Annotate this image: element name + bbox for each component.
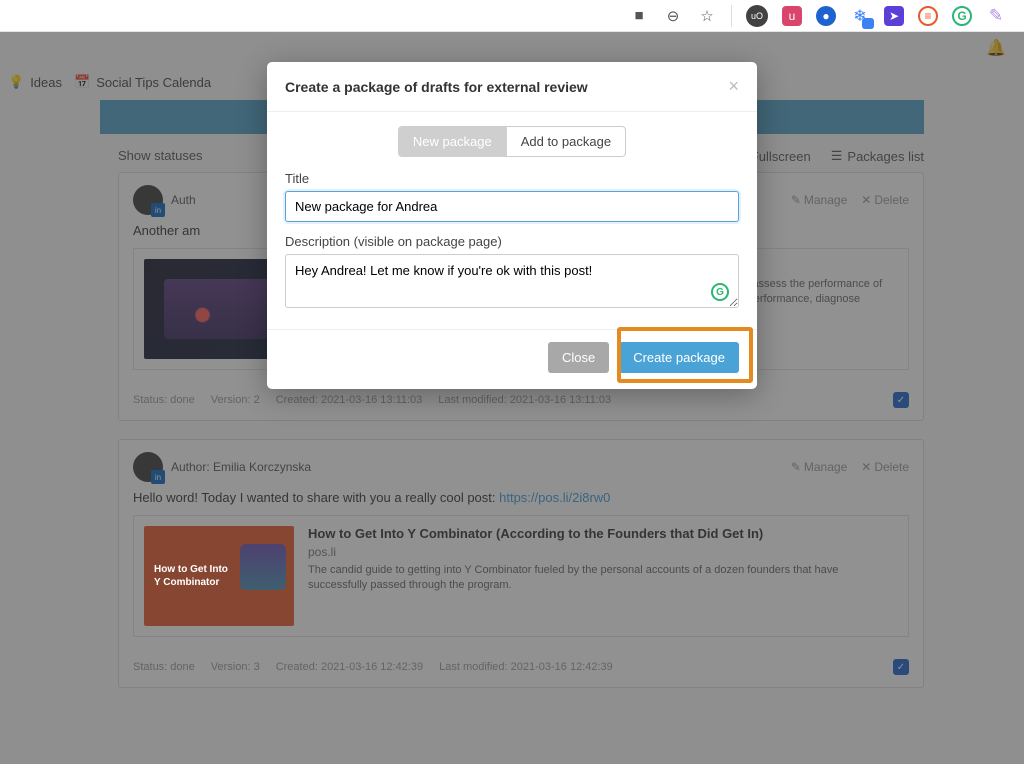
close-button[interactable]: Close [548,342,609,373]
todoist-icon[interactable]: ≡ [918,6,938,26]
description-label: Description (visible on package page) [285,234,739,249]
title-label: Title [285,171,739,186]
seg-new-package[interactable]: New package [398,126,507,157]
zoom-out-icon[interactable]: ⊖ [663,6,683,26]
modal-title: Create a package of drafts for external … [285,79,588,95]
star-icon[interactable]: ☆ [697,6,717,26]
title-input[interactable] [285,191,739,222]
package-mode-segment: New package Add to package [285,126,739,157]
feather-icon[interactable]: ✎ [986,6,1006,26]
create-package-button[interactable]: Create package [619,342,739,373]
arrow-icon[interactable]: ➤ [884,6,904,26]
separator [731,5,732,27]
grammarly-icon[interactable]: G [952,6,972,26]
ublock-icon[interactable]: uO [746,5,768,27]
close-icon[interactable]: × [728,76,739,97]
grammarly-badge-icon[interactable]: G [711,283,729,301]
modal-overlay: Create a package of drafts for external … [0,32,1024,764]
thumb-caption: How to Get Into Y Combinator [154,563,284,589]
seg-add-to-package[interactable]: Add to package [507,126,626,157]
snowflake-icon[interactable]: ❄2 [850,6,870,26]
camera-icon[interactable]: ■ [629,6,649,26]
userpilot-icon[interactable]: u [782,6,802,26]
create-package-modal: Create a package of drafts for external … [267,62,757,389]
pocket-icon[interactable]: ● [816,6,836,26]
description-textarea[interactable] [285,254,739,308]
browser-extension-bar: ■ ⊖ ☆ uO u ● ❄2 ➤ ≡ G ✎ [0,0,1024,32]
